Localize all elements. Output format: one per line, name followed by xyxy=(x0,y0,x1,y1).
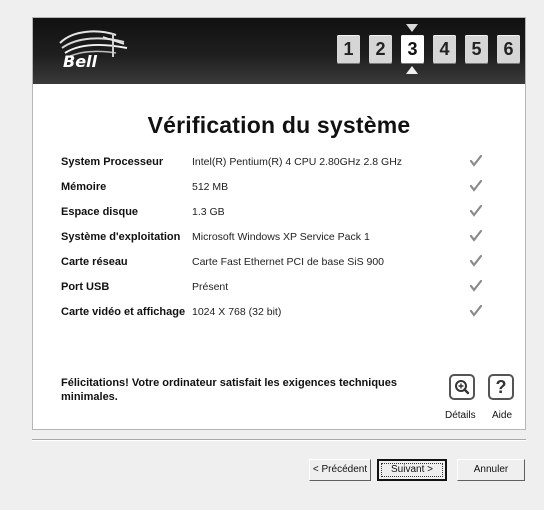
installer-window: Bell 1 2 3 4 5 6 Vérification du système… xyxy=(0,0,544,510)
system-info-row: Carte vidéo et affichage 1024 X 768 (32 … xyxy=(61,304,511,329)
info-value: 512 MB xyxy=(192,181,229,193)
previous-button[interactable]: < Précédent xyxy=(309,459,371,481)
checkmark-icon xyxy=(469,204,483,217)
checkmark-icon xyxy=(469,279,483,292)
info-label: System Processeur xyxy=(61,156,164,168)
system-info-list: System Processeur Intel(R) Pentium(R) 4 … xyxy=(61,154,511,329)
info-value: 1024 X 768 (32 bit) xyxy=(192,306,282,318)
step-current-down-arrow-icon xyxy=(406,24,418,32)
info-value: 1.3 GB xyxy=(192,206,225,218)
info-label: Mémoire xyxy=(61,181,107,193)
step-3-active: 3 xyxy=(401,24,424,74)
info-value: Microsoft Windows XP Service Pack 1 xyxy=(192,231,370,243)
system-info-row: Système d'exploitation Microsoft Windows… xyxy=(61,229,511,254)
question-mark-icon: ? xyxy=(495,377,507,397)
details-button[interactable] xyxy=(449,374,475,400)
system-info-row: Port USB Présent xyxy=(61,279,511,304)
header-bar: Bell 1 2 3 4 5 6 xyxy=(33,18,525,84)
info-value: Carte Fast Ethernet PCI de base SiS 900 xyxy=(192,256,385,268)
step-current-up-arrow-icon xyxy=(406,66,418,74)
info-label: Carte vidéo et affichage xyxy=(61,306,186,318)
magnifier-plus-icon xyxy=(455,380,470,395)
footer-actions: ? Détails Aide xyxy=(445,371,525,425)
system-info-row: Mémoire 512 MB xyxy=(61,179,511,204)
next-button[interactable]: Suivant > xyxy=(377,459,447,481)
cancel-button[interactable]: Annuler xyxy=(457,459,525,481)
step-1: 1 xyxy=(337,35,360,64)
page-title: Vérification du système xyxy=(147,112,411,138)
checkmark-icon xyxy=(469,304,483,317)
footer-divider xyxy=(32,439,526,441)
step-2: 2 xyxy=(369,35,392,64)
system-check-panel: Bell 1 2 3 4 5 6 Vérification du système… xyxy=(32,17,526,430)
checkmark-icon xyxy=(469,229,483,242)
info-value: Présent xyxy=(192,281,229,293)
info-label: Carte réseau xyxy=(61,256,128,268)
step-indicator: 1 2 3 4 5 6 xyxy=(337,24,520,74)
info-label: Port USB xyxy=(61,281,110,293)
compatibility-message: Félicitations! Votre ordinateur satisfai… xyxy=(61,377,398,403)
system-info-row: Espace disque 1.3 GB xyxy=(61,204,511,229)
checkmark-icon xyxy=(469,254,483,267)
help-button[interactable]: ? xyxy=(488,374,514,400)
step-5: 5 xyxy=(465,35,488,64)
info-value: Intel(R) Pentium(R) 4 CPU 2.80GHz 2.8 GH… xyxy=(192,156,403,168)
info-label: Système d'exploitation xyxy=(61,231,181,243)
step-4: 4 xyxy=(433,35,456,64)
info-label: Espace disque xyxy=(61,206,139,218)
brand-name: Bell xyxy=(63,52,98,71)
details-label[interactable]: Détails xyxy=(445,410,476,421)
checkmark-icon xyxy=(469,179,483,192)
step-6: 6 xyxy=(497,35,520,64)
checkmark-icon xyxy=(469,154,483,167)
help-label[interactable]: Aide xyxy=(492,410,512,421)
system-info-row: Carte réseau Carte Fast Ethernet PCI de … xyxy=(61,254,511,279)
system-info-row: System Processeur Intel(R) Pentium(R) 4 … xyxy=(61,154,511,179)
bell-logo: Bell xyxy=(53,26,131,78)
step-3-label: 3 xyxy=(407,39,418,59)
